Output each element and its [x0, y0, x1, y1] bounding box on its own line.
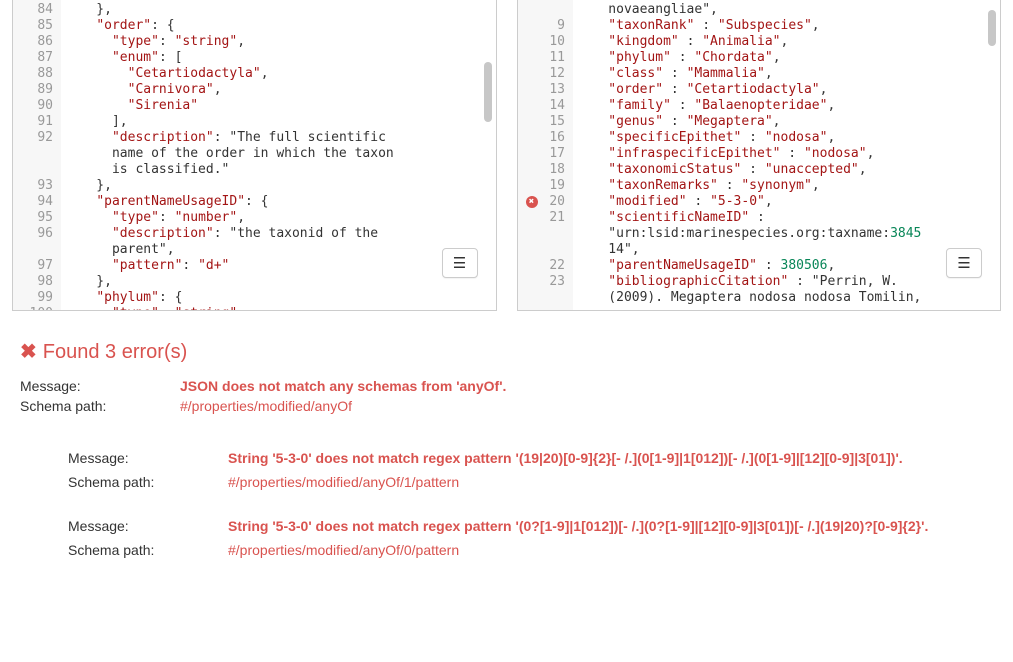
scroll-thumb-left[interactable]: [484, 62, 492, 122]
label-message: Message:: [68, 450, 228, 466]
primary-error-path: #/properties/modified/anyOf: [180, 398, 993, 414]
sub-error-1-path: #/properties/modified/anyOf/0/pattern: [228, 542, 993, 558]
sub-error-0-path: #/properties/modified/anyOf/1/pattern: [228, 474, 993, 490]
label-schema-path: Schema path:: [68, 474, 228, 490]
label-message: Message:: [20, 378, 180, 394]
scrollbar-left[interactable]: [482, 4, 494, 306]
error-x-icon: ✖: [20, 341, 37, 363]
scrollbar-right[interactable]: [986, 4, 998, 306]
scroll-thumb-right[interactable]: [988, 10, 996, 46]
primary-error-message: JSON does not match any schemas from 'an…: [180, 378, 993, 394]
sub-error-1-message: String '5-3-0' does not match regex patt…: [228, 518, 993, 534]
label-message: Message:: [68, 518, 228, 534]
code-left[interactable]: }, "order": { "type": "string", "enum": …: [61, 0, 496, 310]
list-icon: ☰: [957, 254, 970, 272]
validation-results: ✖ Found 3 error(s) Message: JSON does not…: [12, 311, 1001, 558]
label-schema-path: Schema path:: [68, 542, 228, 558]
editor-panes: 84 85 86 87 88 89 90 91 92 93 94 95 96 9…: [12, 0, 1001, 311]
list-icon: ☰: [453, 254, 466, 272]
sub-error-0-message: String '5-3-0' does not match regex patt…: [228, 450, 993, 466]
validator-view: 84 85 86 87 88 89 90 91 92 93 94 95 96 9…: [0, 0, 1013, 662]
errors-title: Found 3 error(s): [43, 341, 188, 363]
format-button-left[interactable]: ☰: [442, 248, 478, 278]
errors-header: ✖ Found 3 error(s): [20, 339, 993, 364]
label-schema-path: Schema path:: [20, 398, 180, 414]
code-right[interactable]: novaeangliae", "taxonRank" : "Subspecies…: [573, 0, 1000, 310]
line-gutter-right: 9 10 11 12 13 14 15 16 17 18 19 20 21 22…: [518, 0, 573, 310]
schema-editor[interactable]: 84 85 86 87 88 89 90 91 92 93 94 95 96 9…: [12, 0, 497, 311]
data-editor[interactable]: 9 10 11 12 13 14 15 16 17 18 19 20 21 22…: [517, 0, 1002, 311]
line-gutter-left: 84 85 86 87 88 89 90 91 92 93 94 95 96 9…: [13, 0, 61, 310]
format-button-right[interactable]: ☰: [946, 248, 982, 278]
